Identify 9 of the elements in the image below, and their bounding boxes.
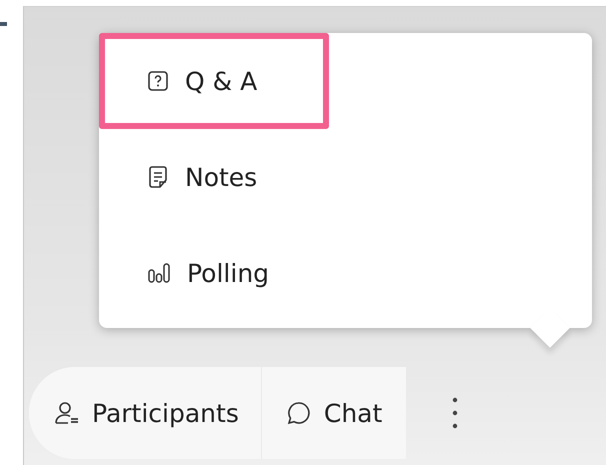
question-icon (147, 70, 169, 92)
menu-item[interactable]: Notes (99, 129, 329, 225)
note-icon (147, 165, 169, 189)
menu-item[interactable]: Polling (99, 225, 329, 321)
person-list-icon (54, 400, 80, 426)
speech-bubble-icon (286, 400, 312, 426)
bar-chart-icon (147, 262, 171, 284)
more-icon (452, 397, 458, 429)
menu-item[interactable]: Q & A (99, 33, 329, 129)
